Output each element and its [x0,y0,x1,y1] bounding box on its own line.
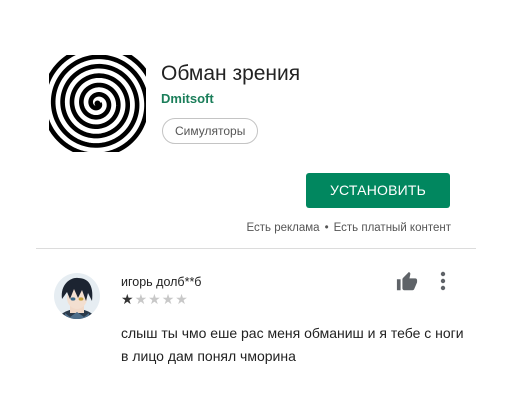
install-button[interactable]: УСТАНОВИТЬ [306,173,450,208]
star-rating: ★ ★ ★ ★ ★ [121,292,189,306]
app-icon [49,55,146,152]
avatar [54,273,100,319]
developer-link[interactable]: Dmitsoft [161,91,214,106]
contains-ads-label: Есть реклама [246,222,320,234]
thumbs-up-icon[interactable] [395,271,419,293]
app-title: Обман зрения [161,62,301,85]
review-text: слыш ты чмо еше рас меня обманиш и я теб… [121,325,464,364]
divider [36,248,476,249]
reviewer-name: игорь долб**б [121,275,202,289]
star-empty-icon: ★ [134,291,148,307]
anime-avatar-icon [54,273,100,319]
separator-dot: • [324,222,329,234]
more-vert-icon[interactable] [437,269,449,293]
ads-info: Есть реклама • Есть платный контент [218,222,451,234]
category-chip[interactable]: Симуляторы [162,118,259,144]
star-filled-icon: ★ [121,291,134,307]
star-empty-icon: ★ [148,291,161,307]
hypnotic-spiral-icon [49,55,146,152]
star-empty-icon: ★ [161,291,175,307]
in-app-purchases-label: Есть платный контент [333,222,451,234]
star-empty-icon: ★ [175,291,188,307]
